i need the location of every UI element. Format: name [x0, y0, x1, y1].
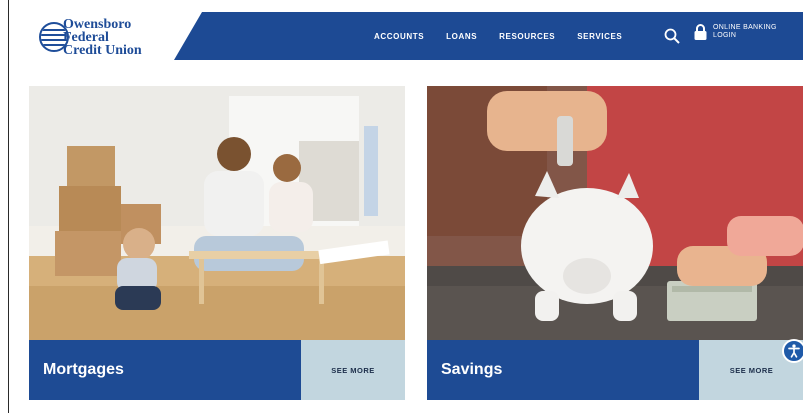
- site-header: Owensboro Federal Credit Union ACCOUNTS …: [9, 8, 803, 62]
- savings-label-bar[interactable]: Savings: [427, 340, 699, 400]
- logo-text: Owensboro Federal Credit Union: [63, 16, 142, 58]
- nav-resources[interactable]: RESOURCES: [499, 32, 555, 41]
- nav-loans[interactable]: LOANS: [446, 32, 477, 41]
- mortgages-label-bar[interactable]: Mortgages: [29, 340, 301, 400]
- nav-services[interactable]: SERVICES: [577, 32, 622, 41]
- page-frame: Owensboro Federal Credit Union ACCOUNTS …: [8, 0, 803, 413]
- accessibility-icon[interactable]: [782, 339, 803, 363]
- savings-card[interactable]: Savings SEE MORE: [427, 86, 803, 400]
- credit-union-logo[interactable]: Owensboro Federal Credit Union: [39, 14, 179, 60]
- see-more-label: SEE MORE: [331, 365, 375, 375]
- main-navbar: ACCOUNTS LOANS RESOURCES SERVICES ONLINE…: [174, 12, 803, 60]
- nav-menu: ACCOUNTS LOANS RESOURCES SERVICES: [374, 12, 644, 60]
- savings-title: Savings: [441, 361, 503, 378]
- mortgages-title: Mortgages: [43, 361, 124, 378]
- logo-line-1: Owensboro: [63, 16, 132, 32]
- login-label: ONLINE BANKING LOGIN: [713, 24, 777, 39]
- logo-line-3: Credit Union: [63, 42, 142, 58]
- family-moving-photo: [29, 86, 405, 340]
- online-banking-login[interactable]: ONLINE BANKING LOGIN: [694, 24, 793, 40]
- mortgages-card[interactable]: Mortgages SEE MORE: [29, 86, 405, 400]
- mortgages-see-more-button[interactable]: SEE MORE: [301, 340, 405, 400]
- nav-accounts[interactable]: ACCOUNTS: [374, 32, 424, 41]
- globe-logo-icon: [39, 22, 69, 52]
- piggy-bank-photo: [427, 86, 803, 340]
- logo-line-2: Federal: [63, 29, 109, 45]
- lock-icon: [694, 24, 707, 40]
- search-icon[interactable]: [664, 28, 680, 44]
- see-more-label: SEE MORE: [729, 365, 774, 375]
